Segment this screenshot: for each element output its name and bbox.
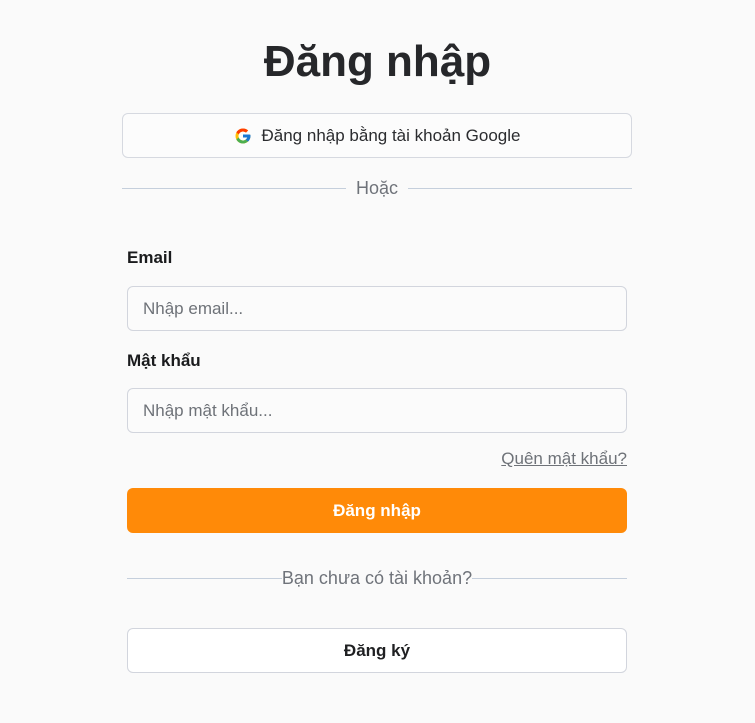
password-input[interactable] <box>127 388 627 433</box>
divider-line-left <box>127 577 282 579</box>
or-text: Hoặc <box>355 177 399 198</box>
google-login-label: Đăng nhập bằng tài khoản Google <box>261 125 521 145</box>
login-button[interactable]: Đăng nhập <box>127 488 627 533</box>
google-login-button[interactable]: Đăng nhập bằng tài khoản Google <box>122 113 632 158</box>
no-account-divider: Bạn chưa có tài khoản? <box>127 566 627 590</box>
page-title: Đăng nhập <box>263 37 492 86</box>
divider-line-right <box>408 187 632 189</box>
divider-line-left <box>122 187 346 189</box>
password-label: Mật khẩu <box>127 351 201 370</box>
login-page: Đăng nhập Đăng nhập bằng tài khoản Googl… <box>0 0 755 723</box>
no-account-text: Bạn chưa có tài khoản? <box>281 567 473 588</box>
email-input[interactable] <box>127 286 627 331</box>
google-icon <box>235 128 250 143</box>
or-divider: Hoặc <box>122 176 632 200</box>
forgot-password-link[interactable]: Quên mật khẩu? <box>501 449 627 469</box>
email-label: Email <box>127 248 173 267</box>
register-button[interactable]: Đăng ký <box>127 628 627 673</box>
divider-line-right <box>472 577 627 579</box>
